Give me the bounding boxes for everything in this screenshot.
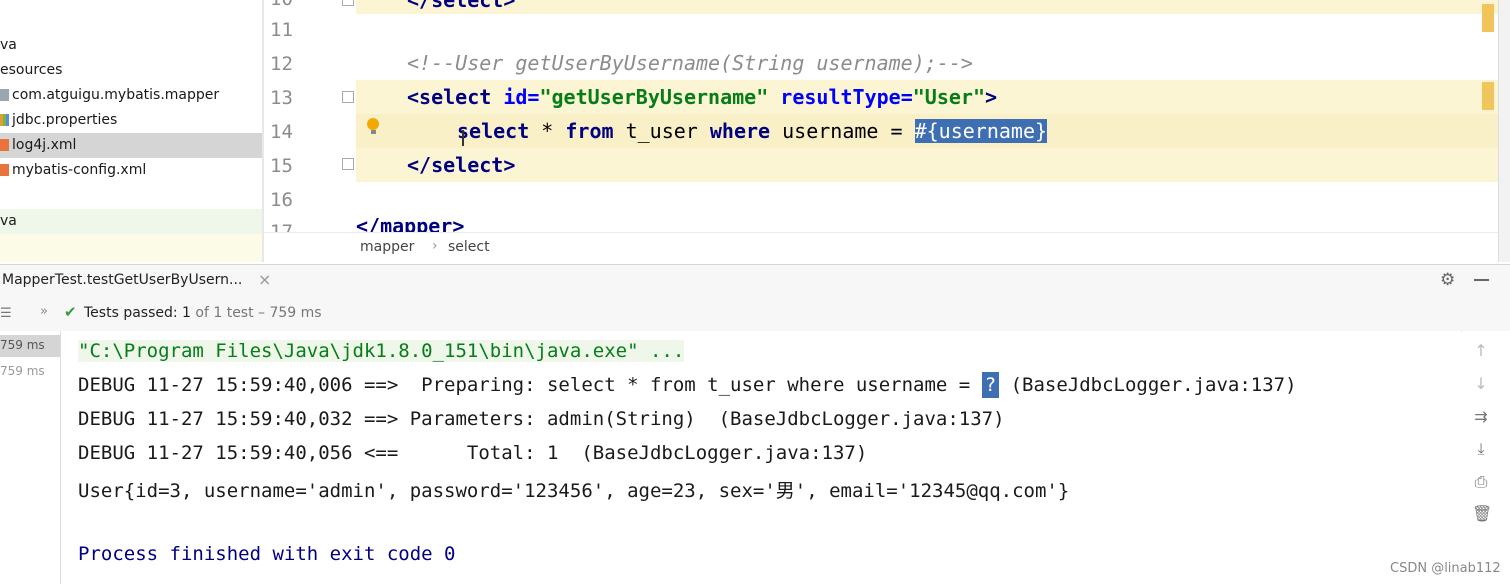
line-number: 13	[270, 87, 293, 109]
test-tree-row-selected[interactable]: 759 ms	[0, 335, 60, 357]
line-number: 17	[270, 221, 293, 232]
project-tree: va esources com.atguigu.mybatis.mapper j…	[0, 0, 262, 262]
console-line-exit: Process finished with exit code 0	[78, 543, 456, 565]
line-number: 10	[270, 0, 320, 10]
xml-tag: >	[985, 85, 998, 109]
console-line-command: "C:\Program Files\Java\jdk1.8.0_151\bin\…	[78, 340, 685, 362]
fold-marker-icon[interactable]	[342, 0, 354, 6]
xml-value: "User"	[912, 85, 985, 109]
test-time: 759 ms	[0, 364, 45, 378]
tree-item-properties[interactable]: jdbc.properties	[0, 108, 262, 133]
xml-attr: id=	[503, 85, 540, 109]
down-arrow-icon[interactable]: ↓	[1472, 375, 1490, 393]
tree-item-label: mybatis-config.xml	[12, 162, 147, 178]
close-tab-icon[interactable]: ×	[258, 270, 271, 289]
run-tab-label[interactable]: MapperTest.testGetUserByUsern...	[2, 272, 242, 288]
code-line-17: </mapper>	[356, 214, 465, 232]
sql-text: *	[529, 119, 566, 143]
list-icon[interactable]: ☰	[0, 306, 12, 321]
tests-passed-label: Tests passed: 1	[84, 305, 191, 321]
minimize-icon[interactable]	[1474, 279, 1489, 281]
tree-item-label: log4j.xml	[12, 137, 77, 153]
sql-keyword: where	[709, 119, 771, 143]
trash-icon[interactable]: 🗑	[1472, 505, 1492, 523]
xml-file-icon	[0, 139, 9, 151]
tree-item-label: va	[0, 213, 17, 229]
xml-file-icon	[0, 164, 9, 176]
right-tool-strip[interactable]	[1498, 0, 1510, 262]
code-line-select-close: </select>	[407, 153, 516, 177]
sql-keyword: from	[565, 119, 614, 143]
line-number: 12	[270, 53, 293, 75]
code-line-sql: select * from t_user where username = #{…	[457, 117, 1048, 145]
line-number: 15	[270, 155, 293, 177]
line-number: 14	[270, 121, 293, 143]
soft-wrap-icon[interactable]: ⇉	[1472, 408, 1490, 426]
scroll-to-end-icon[interactable]: ⤓	[1472, 440, 1490, 458]
gear-icon[interactable]: ⚙	[1440, 270, 1455, 290]
tree-item-xml[interactable]: mybatis-config.xml	[0, 158, 262, 183]
tests-duration: of 1 test – 759 ms	[190, 305, 322, 321]
expand-icon[interactable]: »	[40, 304, 48, 319]
tree-item-label: va	[0, 37, 17, 53]
console-line: User{id=3, username='admin', password='1…	[78, 480, 1070, 502]
package-icon	[0, 89, 9, 101]
lightbulb-icon[interactable]	[367, 118, 379, 130]
console-text: DEBUG 11-27 15:59:40,006 ==> Preparing: …	[78, 374, 982, 396]
tree-item[interactable]: esources	[0, 58, 262, 83]
line-highlight	[356, 148, 1498, 182]
tree-item-label: jdbc.properties	[12, 112, 118, 128]
text-cursor	[462, 130, 464, 146]
print-icon[interactable]: ⎙	[1472, 473, 1490, 491]
test-status-bar: ☰ » ✔ Tests passed: 1 of 1 test – 759 ms	[0, 297, 1510, 332]
breadcrumb-item[interactable]: mapper	[360, 239, 414, 255]
line-number: 16	[270, 189, 293, 211]
breadcrumb-separator: ›	[432, 238, 438, 254]
tree-item-label: esources	[0, 62, 63, 78]
properties-file-icon	[0, 114, 9, 126]
test-tree: 759 ms 759 ms	[0, 331, 61, 584]
xml-attr: resultType=	[780, 85, 913, 109]
test-time: 759 ms	[0, 338, 45, 352]
console-line: DEBUG 11-27 15:59:40,056 <== Total: 1 (B…	[78, 442, 868, 464]
breadcrumb: mapper › select	[264, 232, 1498, 263]
tree-item[interactable]: va	[0, 33, 262, 58]
code-line-select-open: <select id="getUserByUsername" resultTyp…	[407, 83, 997, 111]
xml-tag: <select	[407, 85, 492, 109]
sql-text: t_user	[613, 119, 710, 143]
run-tool-header: MapperTest.testGetUserByUsern... × ⚙	[0, 264, 1510, 298]
console-text: (BaseJdbcLogger.java:137)	[999, 374, 1297, 396]
test-tree-row[interactable]: 759 ms	[0, 361, 60, 383]
fold-marker-icon[interactable]	[342, 158, 354, 170]
selected-text[interactable]: #{username}	[914, 119, 1048, 143]
breadcrumb-item[interactable]: select	[448, 239, 490, 255]
sql-keyword: select	[457, 119, 530, 143]
tests-status-text: Tests passed: 1 of 1 test – 759 ms	[84, 305, 322, 321]
tree-item-label: com.atguigu.mybatis.mapper	[12, 87, 220, 103]
line-highlight	[356, 0, 1498, 14]
up-arrow-icon[interactable]: ↑	[1472, 342, 1490, 360]
warning-stripe[interactable]	[1482, 4, 1494, 32]
code-line-comment: <!--User getUserByUsername(String userna…	[407, 51, 973, 75]
lightbulb-base	[371, 130, 376, 134]
check-icon: ✔	[64, 303, 77, 321]
tree-item-package[interactable]: com.atguigu.mybatis.mapper	[0, 83, 262, 108]
warning-stripe[interactable]	[1482, 82, 1494, 110]
tree-item[interactable]: va	[0, 209, 262, 234]
tree-item-selected[interactable]: log4j.xml	[0, 133, 262, 158]
tree-empty-row	[0, 234, 262, 262]
line-number: 11	[270, 19, 293, 41]
fold-marker-icon[interactable]	[342, 91, 354, 103]
selected-text[interactable]: ?	[981, 372, 1000, 398]
xml-value: "getUserByUsername"	[539, 85, 769, 109]
console-line: DEBUG 11-27 15:59:40,032 ==> Parameters:…	[78, 408, 1005, 430]
sql-text: username =	[770, 119, 915, 143]
watermark: CSDN @linab112	[1390, 561, 1501, 576]
code-line-10: </select>	[407, 0, 516, 12]
console-line: DEBUG 11-27 15:59:40,006 ==> Preparing: …	[78, 372, 1297, 398]
